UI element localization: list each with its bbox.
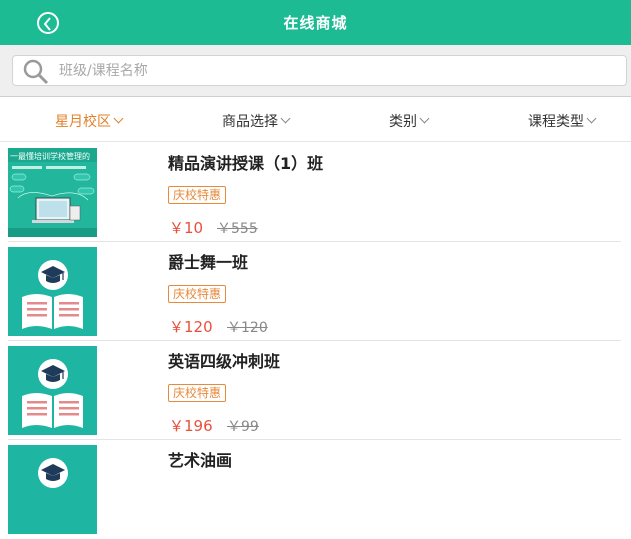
search-icon	[23, 59, 49, 85]
banner-caption: 一最懂培训学校管理的	[10, 151, 90, 161]
filter-label: 课程类型	[528, 114, 584, 130]
original-price: ￥99	[227, 419, 259, 435]
product-name: 英语四级冲刺班	[168, 352, 281, 371]
filter-course-type[interactable]: 课程类型	[528, 111, 597, 131]
chevron-down-icon	[586, 113, 597, 124]
original-price: ￥120	[227, 320, 268, 336]
chevron-down-icon	[113, 113, 124, 124]
product-price: ￥120	[169, 318, 213, 336]
chevron-down-icon	[419, 113, 430, 124]
product-name: 艺术油画	[168, 451, 233, 470]
banner-image: 一最懂培训学校管理的	[8, 148, 97, 237]
product-price: ￥10	[169, 219, 204, 237]
page-title: 在线商城	[283, 14, 348, 32]
graduation-book-icon	[8, 346, 97, 435]
product-thumbnail	[8, 445, 97, 534]
promo-badge: 庆校特惠	[168, 186, 227, 204]
filter-product[interactable]: 商品选择	[222, 111, 291, 131]
filter-label: 星月校区	[55, 114, 111, 130]
original-price: ￥555	[217, 221, 258, 237]
product-item[interactable]: 一最懂培训学校管理的 精品演讲授课（1）班 庆校特惠 ￥10 ￥555	[0, 143, 631, 242]
product-thumbnail	[8, 247, 97, 336]
search-box[interactable]	[12, 55, 627, 86]
top-bar: 在线商城	[0, 0, 631, 45]
product-item[interactable]: 爵士舞一班 庆校特惠 ￥120 ￥120	[0, 242, 631, 341]
filter-bar: 星月校区 商品选择 类别 课程类型	[0, 98, 631, 142]
promo-badge: 庆校特惠	[168, 285, 227, 303]
filter-category[interactable]: 类别	[389, 111, 430, 131]
product-item[interactable]: 艺术油画	[0, 440, 631, 539]
graduation-book-icon	[8, 247, 97, 336]
search-input[interactable]	[59, 61, 599, 81]
promo-badge: 庆校特惠	[168, 384, 227, 402]
graduation-book-icon	[8, 445, 97, 534]
product-thumbnail	[8, 346, 97, 435]
filter-campus[interactable]: 星月校区	[55, 111, 124, 131]
product-price: ￥196	[169, 417, 213, 435]
product-item[interactable]: 英语四级冲刺班 庆校特惠 ￥196 ￥99	[0, 341, 631, 440]
search-bar	[0, 45, 631, 97]
product-name: 爵士舞一班	[168, 253, 249, 272]
product-name: 精品演讲授课（1）班	[168, 154, 324, 173]
chevron-down-icon	[280, 113, 291, 124]
product-thumbnail: 一最懂培训学校管理的	[8, 148, 97, 237]
filter-label: 类别	[389, 114, 417, 130]
filter-label: 商品选择	[222, 114, 278, 130]
